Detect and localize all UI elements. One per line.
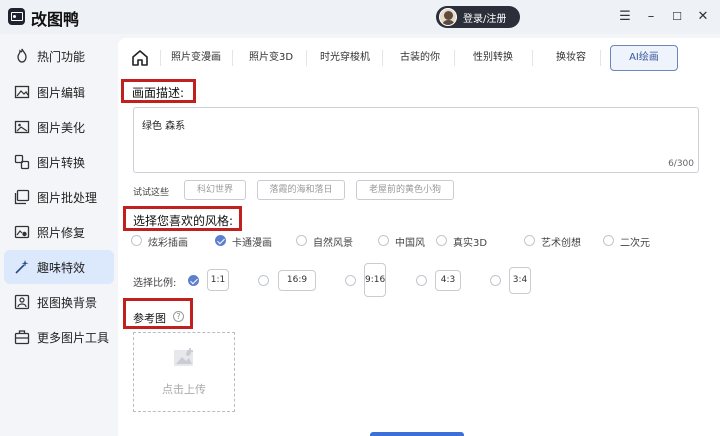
- ratio-radio[interactable]: [345, 275, 356, 286]
- ratio-option-box[interactable]: 4:3: [435, 270, 461, 291]
- generate-button[interactable]: [370, 432, 464, 436]
- suggestion-chip[interactable]: 落霞的海和落日: [257, 180, 345, 200]
- main-panel: 照片变漫画 照片变3D 时光穿梭机 古装的你 性别转换 换妆容 AI绘画 画面描…: [118, 38, 720, 436]
- style-radio[interactable]: [131, 235, 142, 246]
- ratio-option-box[interactable]: 9:16: [364, 263, 386, 297]
- sidebar-item-label: 图片编辑: [37, 86, 86, 100]
- ratio-radio[interactable]: [416, 275, 427, 286]
- ratio-label: 选择比例:: [133, 278, 177, 289]
- style-radio[interactable]: [436, 235, 447, 246]
- sidebar-item-image-convert[interactable]: 图片转换: [4, 145, 114, 179]
- flame-icon: [14, 48, 30, 64]
- sidebar-item-photo-repair[interactable]: 照片修复: [4, 215, 114, 249]
- style-radio[interactable]: [296, 235, 307, 246]
- login-button[interactable]: 登录/注册: [436, 6, 520, 28]
- cutout-icon: [14, 294, 30, 310]
- ratio-option-box[interactable]: 3:4: [509, 267, 531, 294]
- sidebar: 热门功能 图片编辑 图片美化 图片转换 图片批处理 照片修复 趣味特效 抠图换背…: [0, 34, 116, 436]
- app-logo-icon: [8, 8, 25, 25]
- image-placeholder-icon: [173, 347, 197, 369]
- sidebar-item-label: 更多图片工具: [37, 331, 110, 345]
- title-bar: 改图鸭 登录/注册 ☰ – ☐ ✕: [0, 0, 720, 34]
- magic-wand-icon: [14, 259, 30, 275]
- tab-divider: [454, 50, 455, 66]
- style-option-label: 卡通漫画: [232, 238, 272, 249]
- home-icon[interactable]: [130, 48, 150, 68]
- tab-ai-painting[interactable]: AI绘画: [610, 45, 678, 71]
- sidebar-item-label: 图片美化: [37, 121, 86, 135]
- style-option-label: 艺术创想: [541, 238, 581, 249]
- app-title: 改图鸭: [31, 10, 80, 29]
- char-count: 6/300: [668, 159, 694, 169]
- tab-time-machine[interactable]: 时光穿梭机: [314, 45, 376, 71]
- login-label: 登录/注册: [463, 14, 507, 25]
- ratio-radio[interactable]: [188, 275, 199, 286]
- style-option-label: 二次元: [620, 238, 650, 249]
- style-radio[interactable]: [524, 235, 535, 246]
- ratio-radio[interactable]: [258, 275, 269, 286]
- image-beautify-icon: [14, 119, 30, 135]
- suggestion-chip[interactable]: 科幻世界: [184, 180, 246, 200]
- style-heading: 选择您喜欢的风格:: [133, 214, 234, 228]
- style-option-label: 中国风: [395, 238, 425, 249]
- sidebar-item-label: 图片转换: [37, 156, 86, 170]
- sidebar-item-cutout[interactable]: 抠图换背景: [4, 285, 114, 319]
- sidebar-item-label: 抠图换背景: [37, 296, 98, 310]
- tab-gender-swap[interactable]: 性别转换: [464, 45, 522, 71]
- tab-divider: [532, 50, 533, 66]
- minimize-icon[interactable]: –: [640, 6, 662, 28]
- style-option-label: 炫彩插画: [148, 238, 188, 249]
- style-radio[interactable]: [603, 235, 614, 246]
- sidebar-item-label: 热门功能: [37, 50, 86, 64]
- upload-area[interactable]: 点击上传: [133, 332, 235, 412]
- help-icon[interactable]: ?: [173, 311, 184, 322]
- upload-label: 点击上传: [162, 383, 206, 396]
- style-radio[interactable]: [215, 235, 226, 246]
- ratio-radio[interactable]: [490, 275, 501, 286]
- description-heading: 画面描述:: [132, 86, 185, 100]
- image-edit-icon: [14, 84, 30, 100]
- style-option-label: 真实3D: [453, 238, 488, 249]
- tab-makeup[interactable]: 换妆容: [546, 45, 596, 71]
- style-option-label: 自然风景: [313, 238, 353, 249]
- menu-icon[interactable]: ☰: [614, 6, 636, 28]
- sidebar-item-hot-features[interactable]: 热门功能: [4, 39, 114, 73]
- tab-divider: [382, 50, 383, 66]
- style-radio[interactable]: [378, 235, 389, 246]
- photo-repair-icon: [14, 224, 30, 240]
- sidebar-item-image-beautify[interactable]: 图片美化: [4, 110, 114, 144]
- reference-heading: 参考图: [133, 312, 166, 325]
- sidebar-item-label: 图片批处理: [37, 191, 98, 205]
- sidebar-item-image-edit[interactable]: 图片编辑: [4, 75, 114, 109]
- tab-photo-to-3d[interactable]: 照片变3D: [242, 45, 300, 71]
- tab-divider: [306, 50, 307, 66]
- tab-divider: [232, 50, 233, 66]
- avatar: [439, 8, 457, 26]
- description-value: 绿色 森系: [142, 121, 186, 132]
- description-textarea[interactable]: 绿色 森系 6/300: [133, 107, 699, 173]
- batch-icon: [14, 189, 30, 205]
- tab-photo-to-comic[interactable]: 照片变漫画: [165, 45, 227, 71]
- tab-divider: [160, 50, 161, 66]
- sidebar-item-label: 趣味特效: [37, 261, 86, 275]
- toolbox-icon: [14, 329, 30, 345]
- try-these-label: 试试这些: [133, 188, 170, 198]
- sidebar-item-label: 照片修复: [37, 226, 86, 240]
- suggestion-chip[interactable]: 老屋前的黄色小狗: [356, 180, 454, 200]
- sidebar-item-more-tools[interactable]: 更多图片工具: [4, 320, 114, 354]
- sidebar-item-fun-effects[interactable]: 趣味特效: [4, 250, 114, 284]
- ratio-option-box[interactable]: 16:9: [278, 270, 316, 291]
- maximize-icon[interactable]: ☐: [666, 6, 688, 28]
- sidebar-item-batch[interactable]: 图片批处理: [4, 180, 114, 214]
- convert-icon: [14, 154, 30, 170]
- tab-ancient-costume[interactable]: 古装的你: [394, 45, 446, 71]
- ratio-option-box[interactable]: 1:1: [207, 269, 229, 291]
- tab-divider: [600, 50, 601, 66]
- close-icon[interactable]: ✕: [692, 6, 714, 28]
